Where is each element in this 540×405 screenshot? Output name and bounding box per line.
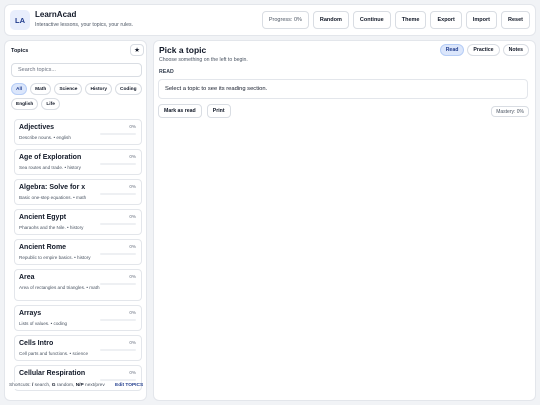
print-button[interactable]: Print xyxy=(206,104,231,118)
topic-progress-text: 0% xyxy=(129,274,136,279)
app-logo: LA xyxy=(10,10,30,30)
topic-progress-bar xyxy=(100,283,136,285)
topic-progress-text: 0% xyxy=(129,340,136,345)
mastery-badge: Mastery: 0% xyxy=(491,106,529,117)
filter-math[interactable]: Math xyxy=(30,83,52,95)
topic-card[interactable]: Ancient Egypt Pharaohs and the Nile. • h… xyxy=(14,209,142,235)
edit-topics-link[interactable]: Edit TOPICS xyxy=(115,382,145,389)
topic-description: Sea routes and trade. • history xyxy=(19,165,81,170)
tab-read[interactable]: Read xyxy=(439,44,465,56)
import-button[interactable]: Import xyxy=(465,11,498,29)
topic-progress-text: 0% xyxy=(129,154,136,159)
topic-progress-text: 0% xyxy=(129,370,136,375)
topic-description: Describe nouns. • english xyxy=(19,135,71,140)
category-filters: All Math Science History Coding English … xyxy=(11,83,144,110)
progress-indicator: Progress: 0% xyxy=(261,11,309,29)
topic-title: Cells Intro xyxy=(19,340,54,347)
topic-title: Adjectives xyxy=(19,124,55,131)
search-input[interactable]: Search topics... xyxy=(11,63,142,77)
topic-description: Republic to empire basics. • history xyxy=(19,255,91,260)
mark-as-read-button[interactable]: Mark as read xyxy=(158,104,202,118)
topic-progress-bar xyxy=(100,319,136,321)
keyboard-shortcuts-hint: Shortcuts: / search, G random, N/P next/… xyxy=(9,382,109,389)
topic-progress-text: 0% xyxy=(129,124,136,129)
filter-science[interactable]: Science xyxy=(54,83,83,95)
header-toolbar: Progress: 0% Random Continue Theme Expor… xyxy=(261,11,530,29)
filter-life[interactable]: Life xyxy=(41,98,60,110)
topic-title: Age of Exploration xyxy=(19,154,82,161)
topic-progress-text: 0% xyxy=(129,214,136,219)
action-bar: Mark as read Print xyxy=(158,104,231,118)
topic-description: Lists of values. • coding xyxy=(19,321,68,326)
topic-title: Cellular Respiration xyxy=(19,370,86,377)
topic-card[interactable]: Arrays Lists of values. • coding 0% xyxy=(14,305,142,331)
app-header: LA LearnAcad Interactive lessons, your t… xyxy=(4,4,536,36)
topic-card[interactable]: Age of Exploration Sea routes and trade.… xyxy=(14,149,142,175)
filter-all[interactable]: All xyxy=(11,83,28,95)
topic-title: Algebra: Solve for x xyxy=(19,184,86,191)
topic-progress-bar xyxy=(100,253,136,255)
filter-english[interactable]: English xyxy=(11,98,39,110)
topic-card[interactable]: Algebra: Solve for x Basic one-step equa… xyxy=(14,179,142,205)
topic-progress-text: 0% xyxy=(129,310,136,315)
topics-sidebar: Topics ★ Search topics... All Math Scien… xyxy=(4,40,147,401)
topic-card[interactable]: Ancient Rome Republic to empire basics. … xyxy=(14,239,142,265)
app-subtitle: Interactive lessons, your topics, your r… xyxy=(35,22,134,28)
filter-coding[interactable]: Coding xyxy=(115,83,142,95)
topic-card[interactable]: Cells Intro Cell parts and functions. • … xyxy=(14,335,142,361)
topic-progress-bar xyxy=(100,163,136,165)
export-button[interactable]: Export xyxy=(430,11,462,29)
tab-practice[interactable]: Practice xyxy=(467,44,500,56)
reset-button[interactable]: Reset xyxy=(501,11,530,29)
topic-progress-text: 0% xyxy=(129,184,136,189)
topic-progress-bar xyxy=(100,193,136,195)
section-label: READ xyxy=(159,69,174,75)
topic-progress-bar xyxy=(100,379,136,381)
reading-content: Select a topic to see its reading sectio… xyxy=(158,79,528,99)
topic-progress-bar xyxy=(100,349,136,351)
topic-title: Ancient Egypt xyxy=(19,214,67,221)
topic-progress-bar xyxy=(100,133,136,135)
topic-title: Arrays xyxy=(19,310,42,317)
random-button[interactable]: Random xyxy=(312,11,349,29)
theme-button[interactable]: Theme xyxy=(394,11,427,29)
topic-description: Area of rectangles and triangles. • math xyxy=(19,285,100,290)
topic-title: Area xyxy=(19,274,35,281)
mode-tabs: Read Practice Notes xyxy=(439,44,529,56)
topic-card[interactable]: Adjectives Describe nouns. • english 0% xyxy=(14,119,142,145)
app-title: LearnAcad xyxy=(35,10,77,19)
star-icon: ★ xyxy=(134,47,140,54)
page-title: Pick a topic xyxy=(159,45,207,55)
tab-notes[interactable]: Notes xyxy=(502,44,529,56)
topic-description: Basic one-step equations. • math xyxy=(19,195,87,200)
topics-heading: Topics xyxy=(11,48,29,54)
page-subtitle: Choose something on the left to begin. xyxy=(159,57,248,63)
topic-description: Pharaohs and the Nile. • history xyxy=(19,225,84,230)
topic-title: Ancient Rome xyxy=(19,244,67,251)
favorites-button[interactable]: ★ xyxy=(130,44,144,56)
topic-card[interactable]: Area Area of rectangles and triangles. •… xyxy=(14,269,142,301)
topic-progress-text: 0% xyxy=(129,244,136,249)
continue-button[interactable]: Continue xyxy=(352,11,391,29)
main-panel: Pick a topic Choose something on the lef… xyxy=(153,40,536,401)
topic-progress-bar xyxy=(100,223,136,225)
topic-description: Cell parts and functions. • science xyxy=(19,351,89,356)
filter-history[interactable]: History xyxy=(85,83,113,95)
